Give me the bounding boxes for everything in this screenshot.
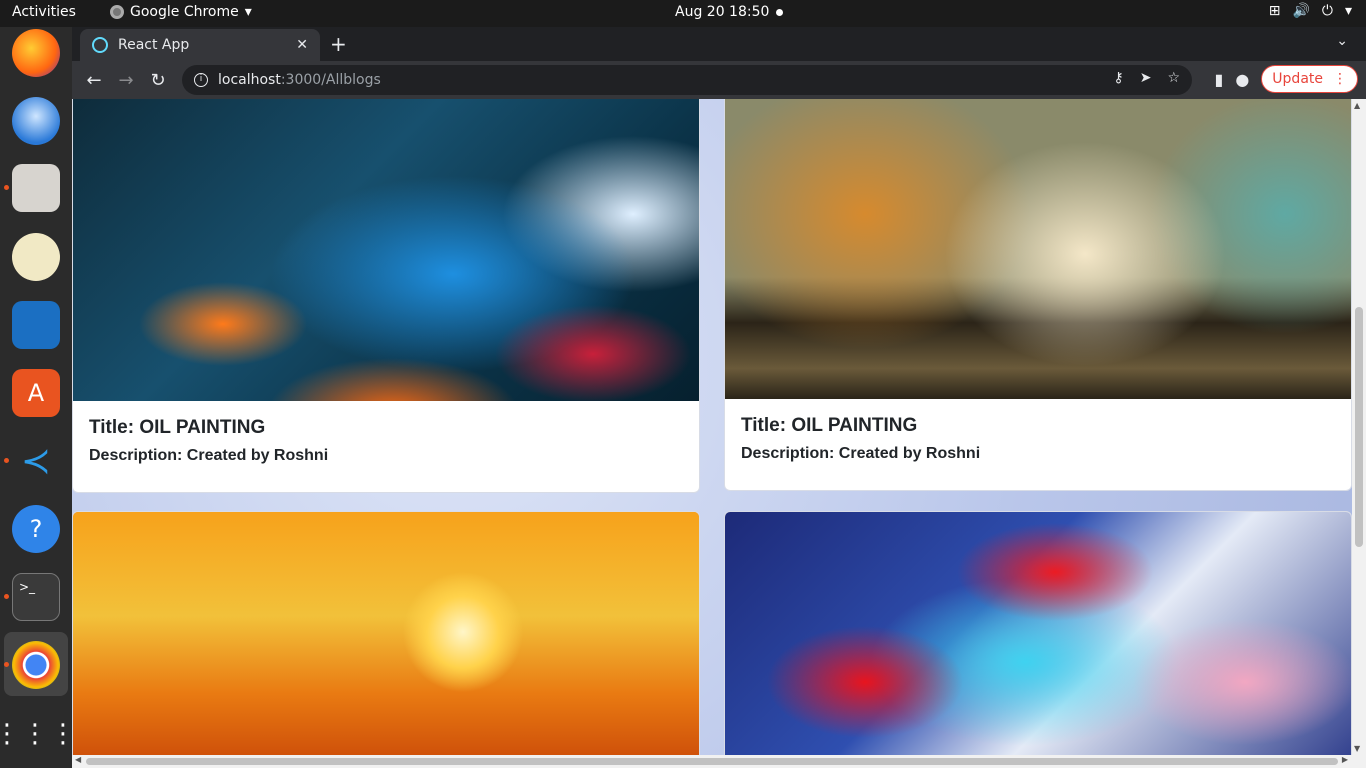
app-menu-label: Google Chrome [130,4,239,20]
horizontal-scrollbar[interactable]: ◀ ▶ [72,755,1366,768]
blog-card[interactable] [724,511,1352,755]
system-top-bar: Activities Google Chrome ▾ Aug 20 18:50 … [0,0,1366,27]
vertical-scrollbar[interactable]: ▲ ▼ [1352,99,1366,755]
blog-description: Description: Created by Roshni [89,447,329,464]
dock: A ≺ ? >_ ⋮⋮⋮ [0,27,76,768]
tab-search-icon[interactable]: ⌄ [1336,33,1348,49]
card-body: Title: OIL PAINTING Description: Created… [725,415,1351,463]
blog-image-forest [725,99,1351,399]
firefox-icon[interactable] [12,29,60,77]
scroll-thumb[interactable] [1355,307,1363,547]
blog-image-abstract-red [725,512,1351,755]
scroll-left-arrow-icon[interactable]: ◀ [75,755,81,764]
browser-window: React App ✕ + ⌄ ← → ↻ i localhost:3000/A… [72,27,1366,768]
running-indicator [4,662,9,667]
blog-card[interactable] [72,511,700,755]
browser-toolbar: ← → ↻ i localhost:3000/Allblogs ⚷ ➤ ☆ ▮ … [72,61,1366,99]
reload-button[interactable]: ↻ [142,70,174,91]
volume-icon: 🔊 [1292,3,1310,19]
address-bar[interactable]: i localhost:3000/Allblogs ⚷ ➤ ☆ [182,65,1192,95]
libreoffice-impress-icon[interactable] [12,301,60,349]
vscode-icon[interactable]: ≺ [12,437,60,485]
update-button[interactable]: Update ⋮ [1261,65,1358,93]
back-button[interactable]: ← [78,70,110,91]
key-icon[interactable]: ⚷ [1113,70,1123,86]
running-indicator [4,185,9,190]
forward-button[interactable]: → [110,70,142,91]
omnibox-actions: ⚷ ➤ ☆ [1113,70,1180,86]
running-indicator [4,458,9,463]
activities-button[interactable]: Activities [12,4,76,20]
card-body: Title: OIL PAINTING Description: Created… [73,417,699,465]
tab-title: React App [118,37,190,53]
scroll-thumb[interactable] [86,758,1338,765]
kebab-menu-icon: ⋮ [1333,71,1347,87]
tab-react-app[interactable]: React App ✕ [80,29,320,61]
side-panel-icon[interactable]: ▮ [1215,70,1224,89]
running-indicator [4,594,9,599]
ubuntu-software-icon[interactable]: A [12,369,60,417]
files-icon[interactable] [12,164,60,212]
update-label: Update [1272,71,1323,87]
scroll-up-arrow-icon[interactable]: ▲ [1354,101,1360,110]
terminal-icon[interactable]: >_ [12,573,60,621]
chrome-icon [110,5,124,19]
help-icon[interactable]: ? [12,505,60,553]
clock[interactable]: Aug 20 18:50 [675,4,769,20]
chrome-icon[interactable] [12,641,60,689]
blog-card[interactable]: Title: OIL PAINTING Description: Created… [72,99,700,493]
power-icon: ⏻ [1321,3,1333,19]
notification-dot [776,9,783,16]
close-icon[interactable]: ✕ [296,37,308,53]
send-icon[interactable]: ➤ [1140,70,1152,86]
blog-image-abstract-blue [73,99,699,401]
toolbar-right: ▮ ● Update ⋮ [1215,65,1358,93]
profile-avatar-icon[interactable]: ● [1235,70,1249,89]
tab-strip: React App ✕ + ⌄ [72,27,1366,61]
new-tab-button[interactable]: + [330,32,347,56]
scroll-down-arrow-icon[interactable]: ▼ [1354,744,1360,753]
react-favicon-icon [92,37,108,53]
network-icon: ⊞ [1268,3,1281,19]
rhythmbox-icon[interactable] [12,233,60,281]
blog-title: Title: OIL PAINTING [89,417,266,438]
scroll-right-arrow-icon[interactable]: ▶ [1342,755,1348,764]
page-content: Title: OIL PAINTING Description: Created… [72,99,1352,755]
url-path: :3000/Allblogs [280,72,381,88]
app-grid-icon[interactable]: ⋮⋮⋮ [0,710,76,758]
blog-title: Title: OIL PAINTING [741,415,918,436]
system-tray[interactable]: ⊞ 🔊 ⏻ ▾ [1269,3,1352,19]
chevron-down-icon: ▾ [1344,3,1352,19]
bookmark-star-icon[interactable]: ☆ [1167,70,1180,86]
blog-description: Description: Created by Roshni [741,445,981,462]
app-menu[interactable]: Google Chrome ▾ [110,4,252,20]
blog-image-sunset [73,512,699,755]
chevron-down-icon: ▾ [244,4,252,20]
url-host: localhost [218,72,281,88]
blog-card[interactable]: Title: OIL PAINTING Description: Created… [724,99,1352,491]
info-icon[interactable]: i [194,73,208,87]
thunderbird-icon[interactable] [12,97,60,145]
